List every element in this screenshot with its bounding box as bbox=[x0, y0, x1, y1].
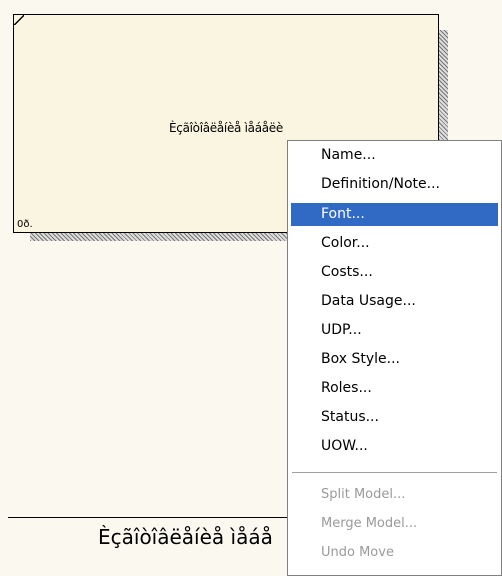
menu-separator bbox=[292, 472, 497, 473]
menu-item-name[interactable]: Name... bbox=[291, 144, 498, 167]
diagram-caption: Èçãîòîâëåíèå ìåáå bbox=[98, 525, 273, 549]
menu-item-uow[interactable]: UOW... bbox=[291, 435, 498, 458]
menu-item-definition-note[interactable]: Definition/Note... bbox=[291, 173, 498, 196]
menu-item-color[interactable]: Color... bbox=[291, 232, 498, 255]
menu-item-box-style[interactable]: Box Style... bbox=[291, 348, 498, 371]
menu-item-status[interactable]: Status... bbox=[291, 406, 498, 429]
box-corner-marker bbox=[14, 15, 24, 25]
menu-item-font[interactable]: Font... bbox=[291, 203, 498, 226]
menu-item-costs[interactable]: Costs... bbox=[291, 261, 498, 284]
diagram-frame-line bbox=[8, 517, 308, 518]
menu-item-data-usage[interactable]: Data Usage... bbox=[291, 290, 498, 313]
menu-item-undo-move: Undo Move bbox=[321, 545, 394, 560]
activity-box-title: Èçãîòîâëåíèå ìåáåëè bbox=[169, 121, 283, 135]
menu-item-merge-model: Merge Model... bbox=[321, 516, 418, 531]
activity-box-node-number: 0ð. bbox=[17, 219, 33, 230]
menu-item-split-model: Split Model... bbox=[321, 487, 406, 502]
context-menu: Name... Definition/Note... Font... Color… bbox=[287, 140, 502, 576]
menu-item-roles[interactable]: Roles... bbox=[291, 377, 498, 400]
menu-item-udp[interactable]: UDP... bbox=[291, 319, 498, 342]
